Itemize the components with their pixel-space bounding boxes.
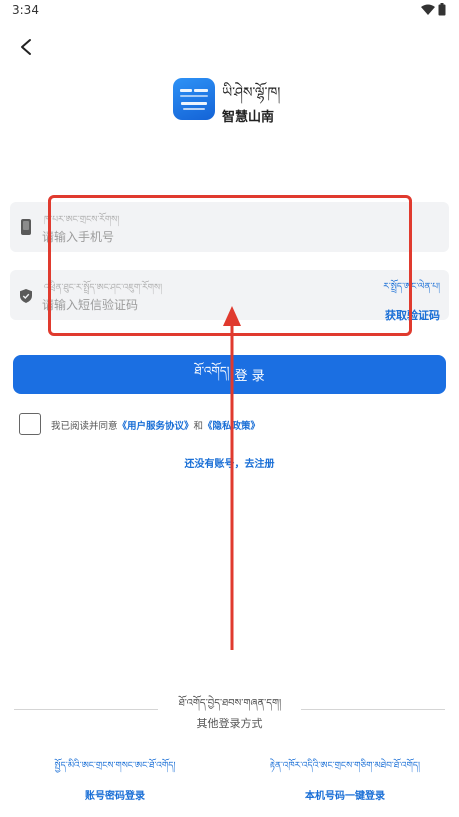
- wifi-icon-shape: [421, 4, 435, 15]
- shield-icon: [20, 289, 32, 303]
- chevron-left-stroke: [21, 39, 31, 55]
- one-click-login-tibetan: རྟེན་འཁོར་འདིའི་ཨང་གྲངས་གཅིག་མཐེབ་ཐོ་འགོ…: [269, 761, 421, 771]
- account-password-login-label: 账号密码登录: [85, 791, 145, 802]
- account-password-login-tibetan: སྤྱོད་མིའི་ཨང་གྲངས་གསང་ཨང་ཐོ་འགོད།: [54, 761, 176, 771]
- logo-mark: [181, 102, 207, 105]
- status-time: 3:34: [12, 3, 39, 17]
- get-code-button[interactable]: ར་སྤྲོད་ཨང་ལེན་པ། 获取验证码: [320, 277, 440, 323]
- login-button[interactable]: ཐོ་འགོད། 登 录: [13, 355, 446, 394]
- register-row: 还没有账号，去注册: [0, 455, 459, 470]
- divider-left: [14, 709, 158, 710]
- app-name-chinese: 智慧山南: [222, 110, 275, 125]
- wifi-icon: [421, 4, 435, 15]
- app-logo: [173, 78, 215, 120]
- one-click-login-button[interactable]: རྟེན་འཁོར་འདིའི་ཨང་གྲངས་གཅིག་མཐེབ་ཐོ་འགོ…: [245, 756, 445, 802]
- agreement-conjunction: 和: [193, 421, 204, 432]
- agreement-prefix: 我已阅读并同意: [51, 421, 118, 432]
- chevron-left-icon[interactable]: [18, 38, 36, 56]
- sms-code-input[interactable]: [42, 295, 322, 315]
- logo-mark: [194, 89, 208, 92]
- get-code-label: 获取验证码: [385, 309, 440, 322]
- shield-shape: [20, 289, 32, 303]
- phone-icon: [21, 219, 31, 235]
- login-screen: 3:34 ཡི་ཤེས་ལྷོ་ཁ། 智慧山南 ཁ་པར་ཨང་གྲངས་རོག…: [0, 0, 459, 817]
- login-label: 登 录: [234, 369, 265, 384]
- divider-right: [301, 709, 445, 710]
- agreement-checkbox[interactable]: [19, 413, 41, 435]
- battery-body: [438, 4, 446, 16]
- other-login-title: 其他登录方式: [196, 717, 263, 730]
- get-code-label-tibetan: ར་སྤྲོད་ཨང་ལེན་པ།: [383, 282, 440, 292]
- register-link[interactable]: 还没有账号，去注册: [185, 459, 275, 470]
- account-password-login-button[interactable]: སྤྱོད་མིའི་ཨང་གྲངས་གསང་ཨང་ཐོ་འགོད། 账号密码登…: [15, 756, 215, 802]
- agreement-text: 我已阅读并同意《用户服务协议》和《隐私政策》: [51, 418, 260, 432]
- phone-field[interactable]: ཁ་པར་ཨང་གྲངས་རོགས།: [10, 202, 449, 252]
- logo-mark: [183, 108, 205, 110]
- logo-mark: [180, 95, 208, 97]
- logo-mark: [180, 89, 192, 92]
- one-click-login-label: 本机号码一键登录: [305, 791, 385, 802]
- terms-link[interactable]: 《用户服务协议》: [118, 421, 194, 432]
- phone-input[interactable]: [42, 227, 322, 247]
- sms-code-field[interactable]: འཕྲིན་ཐུང་ར་སྤྲོད་ཨང་ཤང་འཇུག་རོགས། ར་སྤྲ…: [10, 270, 449, 323]
- privacy-link[interactable]: 《隐私政策》: [203, 421, 260, 432]
- battery-icon: [438, 3, 446, 16]
- login-label-tibetan: ཐོ་འགོད།: [194, 363, 230, 378]
- phone-screen: [23, 221, 29, 230]
